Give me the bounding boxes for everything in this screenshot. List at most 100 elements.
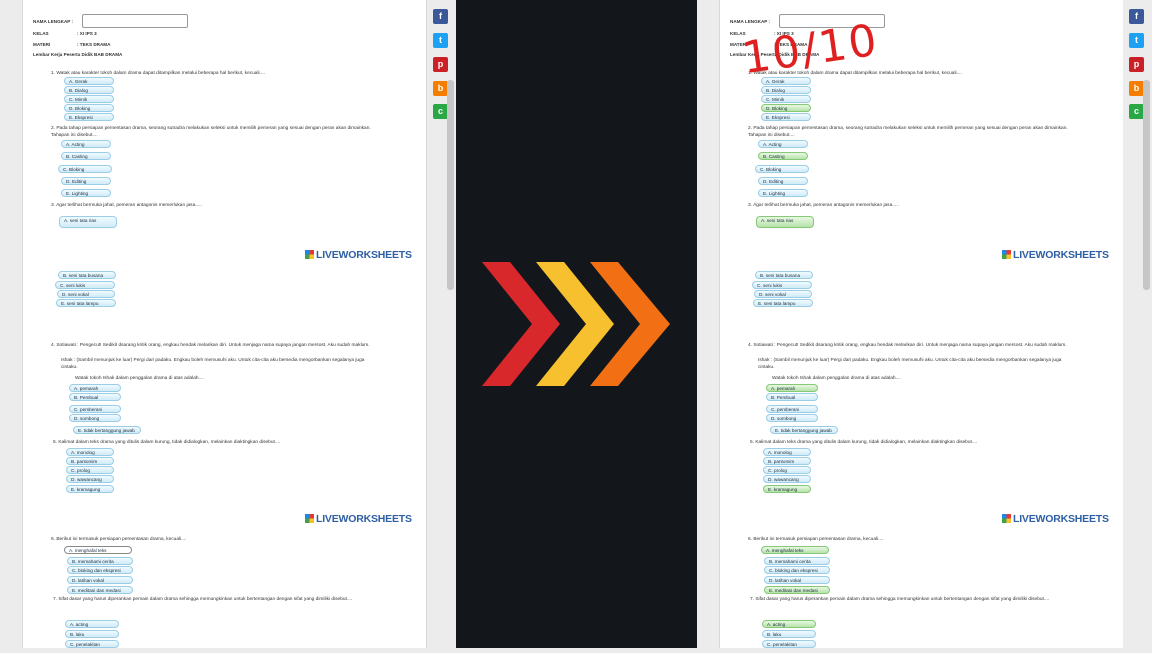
liveworksheets-logo-2: LIVEWORKSHEETS	[1002, 513, 1109, 525]
liveworksheets-icon	[1002, 514, 1011, 523]
blogger-share-icon[interactable]: b	[1129, 81, 1144, 96]
blogger-share-icon[interactable]: b	[433, 81, 448, 96]
option-4a-correct[interactable]: A. pemarah	[766, 384, 818, 392]
option-6c[interactable]: C. bloking dan ekspresi	[67, 566, 133, 574]
transition-panel	[456, 0, 697, 648]
option-1b[interactable]: B. Dialog	[64, 86, 114, 94]
option-2e[interactable]: E. Lighting	[61, 189, 111, 197]
option-6d[interactable]: D. latihan vokal	[67, 576, 133, 584]
option-6a[interactable]: A. menghafal teks	[64, 546, 132, 554]
option-6c[interactable]: C. bloking dan ekspresi	[764, 566, 830, 574]
question-4-prompt: Watak tokoh Ishak dalam penggalan drama …	[75, 376, 204, 381]
liveworksheets-logo: LIVEWORKSHEETS	[305, 249, 412, 261]
twitter-share-icon[interactable]: t	[1129, 33, 1144, 48]
option-4b[interactable]: B. Pembual	[766, 393, 818, 401]
option-3e[interactable]: E. seni tata lampu	[753, 299, 813, 307]
option-1c[interactable]: C. Mimik	[761, 95, 811, 103]
option-1b[interactable]: B. Dialog	[761, 86, 811, 94]
option-5e-correct[interactable]: E. kramagung	[763, 485, 811, 493]
option-1d[interactable]: D. Bloking	[64, 104, 114, 112]
question-4: 4. Sotiawati : Pengecut! Sedikit dsarang…	[748, 343, 1067, 348]
option-5a[interactable]: A. monolog	[66, 448, 114, 456]
option-2b[interactable]: B. Casting	[61, 152, 111, 160]
option-7c[interactable]: C. penelakitan	[65, 640, 119, 648]
option-3c[interactable]: C. seni lukis	[55, 281, 115, 289]
liveworksheets-icon	[305, 250, 314, 259]
option-4c[interactable]: C. pemberani	[69, 405, 121, 413]
option-2a[interactable]: A. Acting	[758, 140, 808, 148]
option-3c[interactable]: C. seni lukis	[752, 281, 812, 289]
option-6d[interactable]: D. latihan vokal	[764, 576, 830, 584]
option-3b[interactable]: B. seni tata busana	[755, 271, 813, 279]
name-input[interactable]	[82, 14, 188, 28]
option-7c[interactable]: C. penelakitan	[762, 640, 816, 648]
option-4c[interactable]: C. pemberani	[766, 405, 818, 413]
option-1e[interactable]: E. Ekspresi	[761, 113, 811, 121]
option-4e[interactable]: E. tidak bertanggung jawab	[73, 426, 141, 434]
name-label: NAMA LENGKAP :	[730, 19, 771, 24]
twitter-share-icon[interactable]: t	[433, 33, 448, 48]
option-6e-correct[interactable]: E. meditasi dan medasi	[764, 586, 830, 594]
option-4d[interactable]: D. sombong	[69, 414, 121, 422]
question-4-prompt: Watak tokoh Ishak dalam penggalan drama …	[772, 376, 901, 381]
question-2: 2. Pada tahap persiapan pementasan drama…	[748, 126, 1068, 138]
option-3d[interactable]: D. seni vokal	[754, 290, 812, 298]
option-1e[interactable]: E. Ekspresi	[64, 113, 114, 121]
option-5e[interactable]: E. kramagung	[66, 485, 114, 493]
class-row: KELAS: XI IPS 3	[33, 31, 97, 36]
option-6b[interactable]: B. memahami cerita	[764, 557, 830, 565]
option-5b[interactable]: B. pantomim	[763, 457, 811, 465]
worksheet-page: NAMA LENGKAP : KELAS: XI IPS 3 MATERI: T…	[22, 0, 427, 648]
scrollbar[interactable]	[447, 80, 454, 290]
scrollbar[interactable]	[1143, 80, 1150, 290]
option-2d[interactable]: D. Editing	[758, 177, 808, 185]
question-6: 6. Berikut ini termasuk persiapan pement…	[51, 537, 187, 542]
option-3a[interactable]: A. seni tata rias	[59, 216, 117, 228]
option-6e[interactable]: E. meditasi dan medasi	[67, 586, 133, 594]
option-5c[interactable]: C. prolog	[66, 466, 114, 474]
option-2a[interactable]: A. Acting	[61, 140, 111, 148]
option-3b[interactable]: B. seni tata busana	[58, 271, 116, 279]
option-1d-correct[interactable]: D. Bloking	[761, 104, 811, 112]
option-5d[interactable]: D. wawancang	[763, 475, 811, 483]
liveworksheets-icon	[305, 514, 314, 523]
option-2e[interactable]: E. Lighting	[758, 189, 808, 197]
option-3e[interactable]: E. seni tata lampu	[56, 299, 116, 307]
liveworksheets-icon	[1002, 250, 1011, 259]
option-2c[interactable]: C. Bloking	[58, 165, 112, 173]
question-7: 7. Sifat dasar yang harus diperankan pem…	[750, 597, 1050, 602]
option-1a[interactable]: A. Gerak	[64, 77, 114, 85]
option-7b[interactable]: B. laku	[65, 630, 119, 638]
option-6a-correct[interactable]: A. menghafal teks	[761, 546, 829, 554]
question-4-dialog: Ishak : (Sambil menunjuk ke luar) Pergi …	[61, 358, 365, 370]
option-5c[interactable]: C. prolog	[763, 466, 811, 474]
worksheet-before: NAMA LENGKAP : KELAS: XI IPS 3 MATERI: T…	[0, 0, 456, 648]
classroom-share-icon[interactable]: c	[433, 104, 448, 119]
pinterest-share-icon[interactable]: p	[1129, 57, 1144, 72]
option-5b[interactable]: B. pantomim	[66, 457, 114, 465]
worksheet-page: NAMA LENGKAP : KELAS: XI IPS 3 MATERI: T…	[719, 0, 1124, 648]
option-4b[interactable]: B. Pembual	[69, 393, 121, 401]
option-3a-correct[interactable]: A. seni tata rias	[756, 216, 814, 228]
option-1c[interactable]: C. Mimik	[64, 95, 114, 103]
option-2b-correct[interactable]: B. Casting	[758, 152, 808, 160]
option-2c[interactable]: C. Bloking	[755, 165, 809, 173]
question-5: 5. Kalimat dalam teks drama yang ditulis…	[53, 440, 281, 445]
facebook-share-icon[interactable]: f	[1129, 9, 1144, 24]
option-2d[interactable]: D. Editing	[61, 177, 111, 185]
classroom-share-icon[interactable]: c	[1129, 104, 1144, 119]
option-5a[interactable]: A. monolog	[763, 448, 811, 456]
facebook-share-icon[interactable]: f	[433, 9, 448, 24]
option-4a[interactable]: A. pemarah	[69, 384, 121, 392]
question-3: 3. Agar terlihat bermuka jahat, pemeran …	[748, 203, 899, 208]
pinterest-share-icon[interactable]: p	[433, 57, 448, 72]
option-6b[interactable]: B. memahami cerita	[67, 557, 133, 565]
option-7a-correct[interactable]: A. acting	[762, 620, 816, 628]
option-4d[interactable]: D. sombong	[766, 414, 818, 422]
option-3d[interactable]: D. seni vokal	[57, 290, 115, 298]
option-7b[interactable]: B. laku	[762, 630, 816, 638]
question-5: 5. Kalimat dalam teks drama yang ditulis…	[750, 440, 978, 445]
option-7a[interactable]: A. acting	[65, 620, 119, 628]
option-4e[interactable]: E. tidak bertanggung jawab	[770, 426, 838, 434]
option-5d[interactable]: D. wawancang	[66, 475, 114, 483]
